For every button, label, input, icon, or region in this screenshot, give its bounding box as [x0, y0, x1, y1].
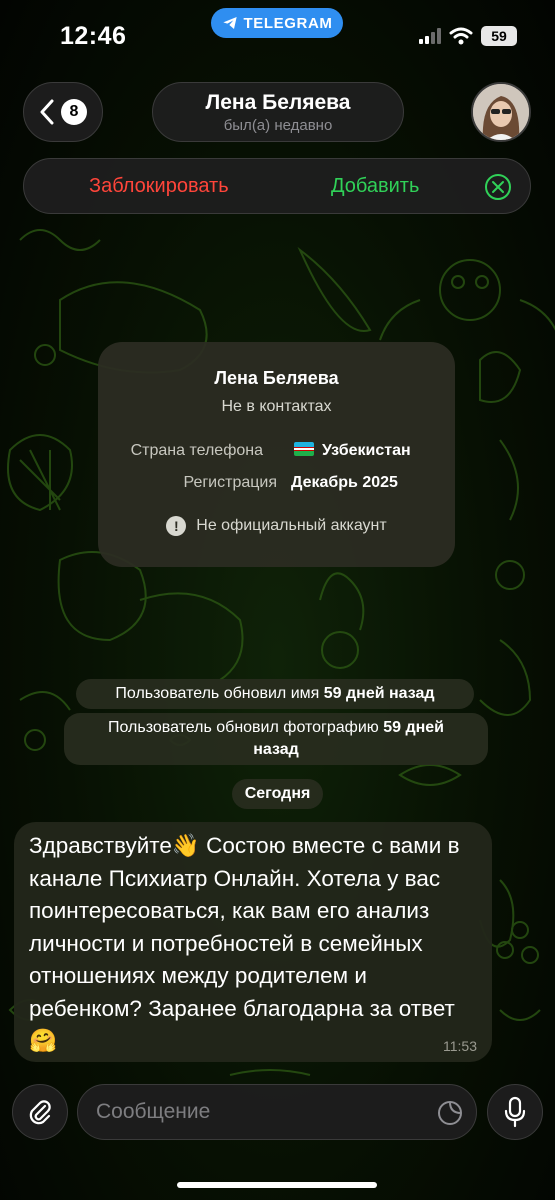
paper-plane-icon [222, 17, 237, 29]
status-icons: 59 [419, 26, 517, 46]
close-icon[interactable] [484, 173, 512, 201]
cellular-signal-icon [419, 28, 441, 44]
avatar[interactable] [471, 82, 531, 142]
add-contact-button[interactable]: Добавить [331, 175, 419, 198]
uzbekistan-flag-icon [294, 442, 314, 456]
registration-value: Декабрь 2025 [291, 474, 398, 491]
unofficial-account-text: Не официальный аккаунт [196, 517, 387, 534]
contact-info-card: Лена Беляева Не в контактах Страна телеф… [98, 342, 455, 567]
microphone-icon [504, 1096, 526, 1128]
microphone-button[interactable] [487, 1084, 543, 1140]
status-time: 12:46 [60, 22, 127, 50]
registration-label: Регистрация [183, 474, 277, 491]
message-input-field[interactable] [77, 1084, 477, 1140]
info-card-name: Лена Беляева [214, 368, 339, 388]
warning-icon: ! [166, 516, 187, 536]
home-indicator [177, 1182, 377, 1188]
wifi-icon [449, 27, 473, 45]
date-separator: Сегодня [232, 779, 323, 809]
telegram-pill-label: TELEGRAM [243, 14, 333, 32]
unofficial-account-note: ! Не официальный аккаунт [98, 516, 455, 536]
message-time: 11:53 [443, 1038, 477, 1054]
message-input[interactable] [96, 1085, 416, 1139]
chat-title[interactable]: Лена Беляева был(а) недавно [152, 82, 404, 142]
service-photo-update: Пользователь обновил фотографию 59 дней н… [64, 713, 488, 765]
unread-badge: 8 [61, 99, 87, 125]
block-button[interactable]: Заблокировать [89, 175, 229, 198]
service-name-update: Пользователь обновил имя 59 дней назад [76, 679, 474, 709]
contact-action-bar: Заблокировать Добавить [23, 158, 531, 214]
battery-icon: 59 [481, 26, 517, 46]
status-bar: 12:46 TELEGRAM 59 [0, 0, 555, 72]
message-text: Здравствуйте👋 Состою вместе с вами в кан… [29, 833, 460, 1053]
back-button[interactable]: 8 [23, 82, 103, 142]
message-bubble[interactable]: Здравствуйте👋 Состою вместе с вами в кан… [14, 822, 492, 1062]
phone-country-label: Страна телефона [130, 442, 263, 459]
attach-button[interactable] [12, 1084, 68, 1140]
paperclip-icon [29, 1100, 51, 1125]
last-seen: был(а) недавно [223, 117, 333, 134]
info-card-subtitle: Не в контактах [221, 398, 332, 415]
contact-name: Лена Беляева [205, 91, 351, 114]
back-chevron-icon [40, 99, 54, 125]
sticker-icon[interactable] [436, 1099, 464, 1127]
phone-country-value: Узбекистан [294, 442, 411, 460]
telegram-pill[interactable]: TELEGRAM [211, 8, 343, 38]
